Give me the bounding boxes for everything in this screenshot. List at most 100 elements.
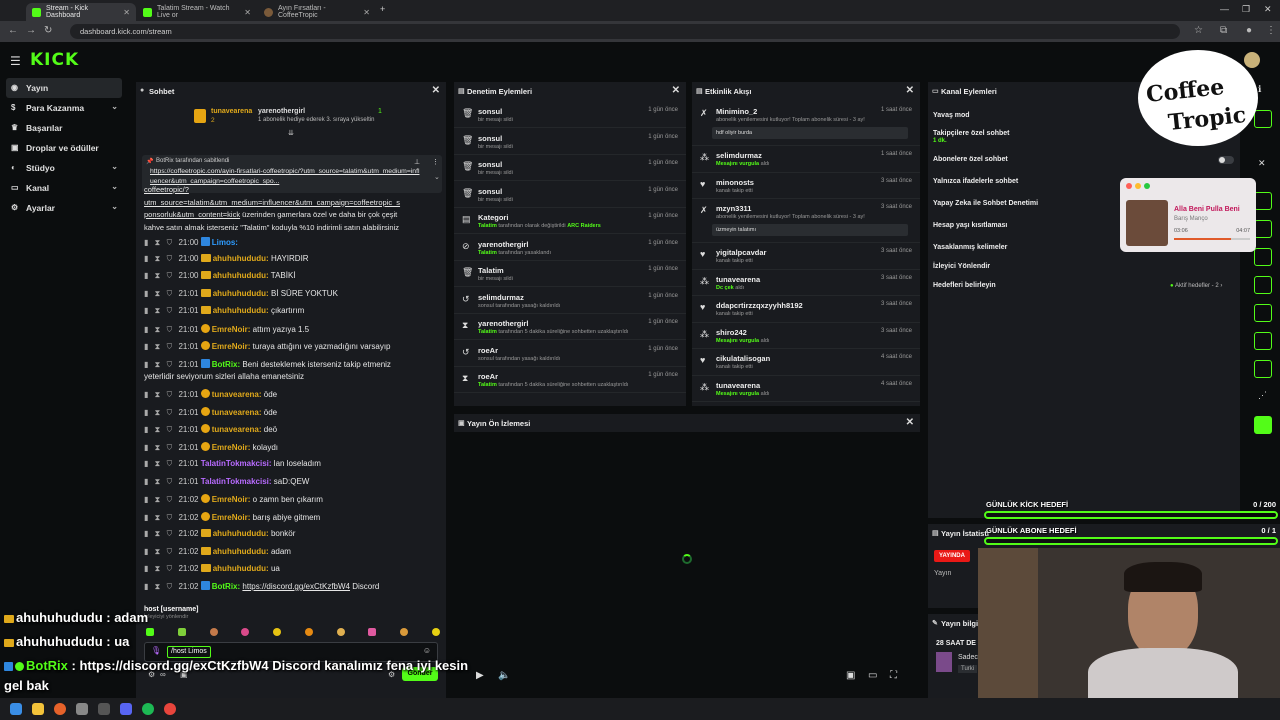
message-username[interactable]: ahuhuhududu:	[213, 254, 269, 263]
tab-talatim-stream[interactable]: Talatim Stream - Watch Live or ✕	[137, 3, 257, 21]
message-username[interactable]: EmreNoir:	[212, 495, 251, 504]
emote-icon[interactable]	[336, 628, 345, 636]
minimize-icon[interactable]: —	[1220, 4, 1229, 14]
moderation-icons[interactable]: ▮ ⧗ ⛉	[144, 325, 178, 334]
moderation-icons[interactable]: ▮ ⧗ ⛉	[144, 254, 178, 263]
moderation-row[interactable]: 🗑 sonsul bir mesajı sildi 1 gün önce	[454, 155, 686, 181]
panel-toggle-icon[interactable]	[1254, 248, 1272, 266]
message-username[interactable]: ahuhuhududu:	[213, 547, 269, 556]
play-icon[interactable]: ▶	[476, 670, 484, 681]
emote-icon[interactable]	[304, 628, 313, 636]
sidebar-item-droplar[interactable]: ▣ Droplar ve ödüller	[6, 138, 122, 158]
activity-row[interactable]: ✗ Minimino_2 abonelik yenilemesini kutluyo…	[692, 102, 920, 146]
chrome-icon[interactable]	[164, 703, 176, 715]
reload-icon[interactable]: ↻	[44, 25, 52, 36]
new-tab-icon[interactable]: +	[380, 4, 385, 14]
moderation-icons[interactable]: ▮ ⧗ ⛉	[144, 495, 178, 504]
close-icon[interactable]: ✕	[672, 85, 680, 96]
expand-icon[interactable]: ⇊	[288, 129, 294, 137]
moderation-row[interactable]: ↺ roeAr sonsul tarafından yasağı kaldırıld…	[454, 341, 686, 367]
message-username[interactable]: tunavearena:	[212, 390, 262, 399]
moderation-row[interactable]: ⧗ roeAr Talatim tarafından 5 dakika süreli…	[454, 367, 686, 393]
message-username[interactable]: Limos:	[212, 238, 238, 247]
browser-menu-icon[interactable]: ⋮	[1266, 25, 1276, 36]
message-username[interactable]: ahuhuhududu:	[213, 271, 269, 280]
profile-icon[interactable]: ●	[1246, 25, 1252, 36]
emote-icon[interactable]	[431, 628, 440, 636]
app-icon[interactable]	[98, 703, 110, 715]
mic-icon[interactable]: 🎙	[151, 646, 161, 655]
message-username[interactable]: BotRix:	[212, 582, 240, 591]
sidebar-item-studyo[interactable]: ◐ Stüdyo ⌄	[6, 158, 122, 178]
subscribers-only-toggle[interactable]	[1218, 156, 1234, 164]
activity-row[interactable]: ⁂ selimdurmaz Mesajını vurgula aldı 1 saat …	[692, 146, 920, 173]
firefox-icon[interactable]	[54, 703, 66, 715]
chat-input[interactable]: /host Limos	[167, 646, 211, 658]
moderation-icons[interactable]: ▮ ⧗ ⛉	[144, 408, 178, 417]
close-window-icon[interactable]: ✕	[1264, 4, 1272, 15]
moderation-row[interactable]: 🗑 sonsul bir mesajı sildi 1 gün önce	[454, 129, 686, 155]
activity-row[interactable]: ♥ cikulatalisogan kanalı takip etti 4 saat …	[692, 349, 920, 376]
command-suggestion[interactable]: host [username] İzleyiciyi yönlendir	[144, 604, 438, 626]
message-username[interactable]: EmreNoir:	[212, 443, 251, 452]
setting-banned-words[interactable]: Yasaklanmış kelimeler	[933, 244, 1007, 251]
panel-toggle-icon[interactable]	[1254, 360, 1272, 378]
chevron-down-icon[interactable]: ⌄	[434, 173, 440, 181]
message-username[interactable]: tunavearena:	[212, 408, 262, 417]
panel-toggle-icon[interactable]	[1254, 332, 1272, 350]
message-username[interactable]: TalatinTokmakcisi:	[201, 477, 272, 486]
moderation-icons[interactable]: ▮ ⧗ ⛉	[144, 342, 178, 351]
moderation-icons[interactable]: ▮ ⧗ ⛉	[144, 306, 178, 315]
moderation-icons[interactable]: ▮ ⧗ ⛉	[144, 271, 178, 280]
panel-toggle-icon[interactable]	[1254, 192, 1272, 210]
message-username[interactable]: TalatinTokmakcisi:	[201, 459, 272, 468]
moderation-icons[interactable]: ▮ ⧗ ⛉	[144, 443, 178, 452]
add-panel-icon[interactable]	[1254, 416, 1272, 434]
moderation-icons[interactable]: ▮ ⧗ ⛉	[144, 529, 178, 538]
volume-icon[interactable]: 🔈	[498, 670, 510, 681]
emote-icon[interactable]	[177, 628, 186, 636]
promo-link[interactable]: coffeetropic/?	[144, 184, 444, 197]
moderation-icons[interactable]: ▮ ⧗ ⛉	[144, 564, 178, 573]
file-explorer-icon[interactable]	[32, 703, 44, 715]
theater-mode-icon[interactable]: ▭	[868, 670, 877, 681]
sidebar-item-ayarlar[interactable]: ⚙ Ayarlar ⌄	[6, 198, 122, 218]
activity-row[interactable]: ⁂ tunavearena Dc çek aldı 3 saat önce	[692, 270, 920, 296]
moderation-row[interactable]: 🗑 sonsul bir mesajı sildi 1 gün önce	[454, 102, 686, 128]
message-username[interactable]: ahuhuhududu:	[213, 564, 269, 573]
message-username[interactable]: EmreNoir:	[212, 325, 251, 334]
tab-kick-dashboard[interactable]: Stream - Kick Dashboard ✕	[26, 3, 136, 21]
moderation-row[interactable]: ▤ Kategori Talatim tarafından olarak değiş…	[454, 208, 686, 234]
fullscreen-icon[interactable]: ⛶	[890, 670, 897, 681]
sidebar-item-yayin[interactable]: ◉ Yayın	[6, 78, 122, 98]
start-menu-icon[interactable]	[10, 703, 22, 715]
setting-host-viewers[interactable]: İzleyici Yönlendir	[933, 263, 990, 270]
app-icon[interactable]	[76, 703, 88, 715]
sidebar-item-basarilar[interactable]: ♛ Başarılar	[6, 118, 122, 138]
close-tab-icon[interactable]: ✕	[123, 8, 130, 17]
address-bar[interactable]: dashboard.kick.com/stream	[70, 24, 1180, 39]
unpin-icon[interactable]: ⊥	[414, 158, 420, 166]
moderation-icons[interactable]: ▮ ⧗ ⛉	[144, 459, 178, 468]
moderation-icons[interactable]: ▮ ⧗ ⛉	[144, 390, 178, 399]
moderation-row[interactable]: 🗑 Talatim bir mesajı sildi 1 gün önce	[454, 261, 686, 287]
emote-icon[interactable]	[209, 628, 218, 636]
moderation-icons[interactable]: ▮ ⧗ ⛉	[144, 425, 178, 434]
message-username[interactable]: tunavearena:	[212, 425, 262, 434]
moderation-row[interactable]: ⧗ yarenothergirl Talatim tarafından 5 daki…	[454, 314, 686, 340]
promo-link[interactable]: ponsorluk&utm_content=kick	[144, 210, 240, 219]
moderation-icons[interactable]: ▮ ⧗ ⛉	[144, 582, 178, 591]
message-username[interactable]: ahuhuhududu:	[213, 306, 269, 315]
setting-ai-moderation[interactable]: Yapay Zeka ile Sohbet Denetimi	[933, 200, 1038, 207]
moderation-icons[interactable]: ▮ ⧗ ⛉	[144, 513, 178, 522]
message-username[interactable]: ahuhuhududu:	[213, 289, 269, 298]
more-options-icon[interactable]: ⋮	[432, 158, 439, 166]
message-username[interactable]: ahuhuhududu:	[213, 529, 269, 538]
activity-row[interactable]: ♥ ddapcrtirzzqxzyyhh8192 kanalı takip etti…	[692, 296, 920, 323]
promo-link[interactable]: utm_source=talatim&utm_medium=influencer…	[144, 197, 444, 210]
moderation-row[interactable]: 🗑 sonsul bir mesajı sildi 1 gün önce	[454, 182, 686, 208]
emoji-icon[interactable]: ☺	[423, 646, 431, 655]
close-icon[interactable]: ✕	[1258, 158, 1266, 169]
forward-icon[interactable]: →	[26, 25, 36, 36]
picture-in-picture-icon[interactable]: ▣	[846, 670, 855, 681]
